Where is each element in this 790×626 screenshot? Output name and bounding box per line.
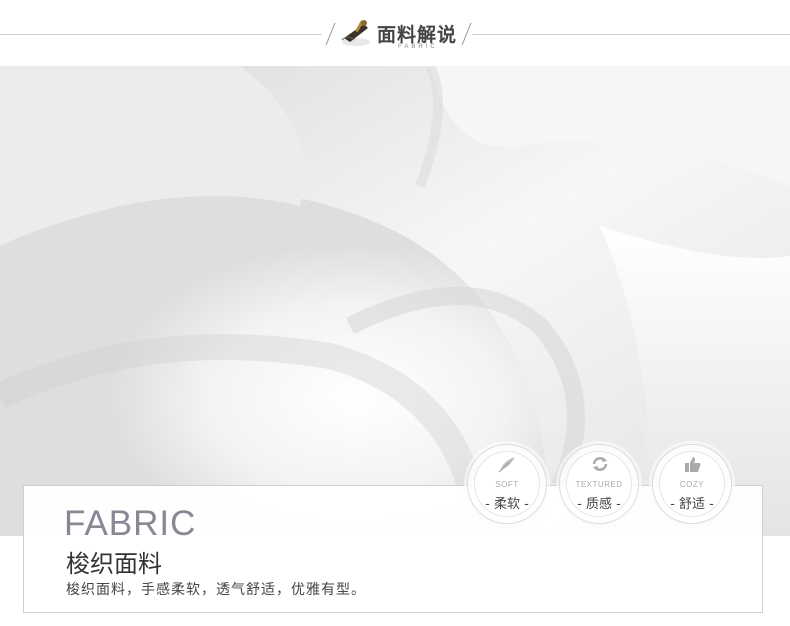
- refresh-icon: [592, 457, 608, 471]
- badge-cozy: COZY - 舒适 -: [652, 444, 732, 524]
- fabric-info-card: FABRIC 梭织面料 梭织面料，手感柔软，透气舒适，优雅有型。: [23, 485, 763, 613]
- badge-textured: TEXTURED - 质感 -: [559, 444, 639, 524]
- section-header: 面料解说 FABRIC: [0, 0, 790, 66]
- section-subtitle: FABRIC: [398, 44, 438, 50]
- header-slash-left: [325, 22, 336, 46]
- badge-cozy-cn: - 舒适 -: [670, 497, 714, 512]
- badge-soft: SOFT - 柔软 -: [467, 444, 547, 524]
- fabric-title-en: FABRIC: [64, 504, 197, 543]
- fabric-description: 梭织面料，手感柔软，透气舒适，优雅有型。: [66, 582, 366, 598]
- sewing-machine-icon: [341, 20, 370, 46]
- badge-soft-en: SOFT: [495, 480, 519, 489]
- header-slash-right: [461, 22, 472, 46]
- badge-textured-cn: - 质感 -: [577, 497, 621, 512]
- header-divider-left: [0, 34, 322, 35]
- badge-textured-en: TEXTURED: [575, 480, 623, 489]
- feather-icon: [498, 457, 515, 473]
- fabric-title-cn: 梭织面料: [66, 550, 162, 578]
- thumbs-up-icon: [685, 457, 701, 472]
- section-title: 面料解说: [377, 24, 458, 46]
- badge-soft-cn: - 柔软 -: [485, 497, 529, 512]
- badge-cozy-en: COZY: [679, 480, 705, 489]
- header-divider-right: [472, 34, 790, 35]
